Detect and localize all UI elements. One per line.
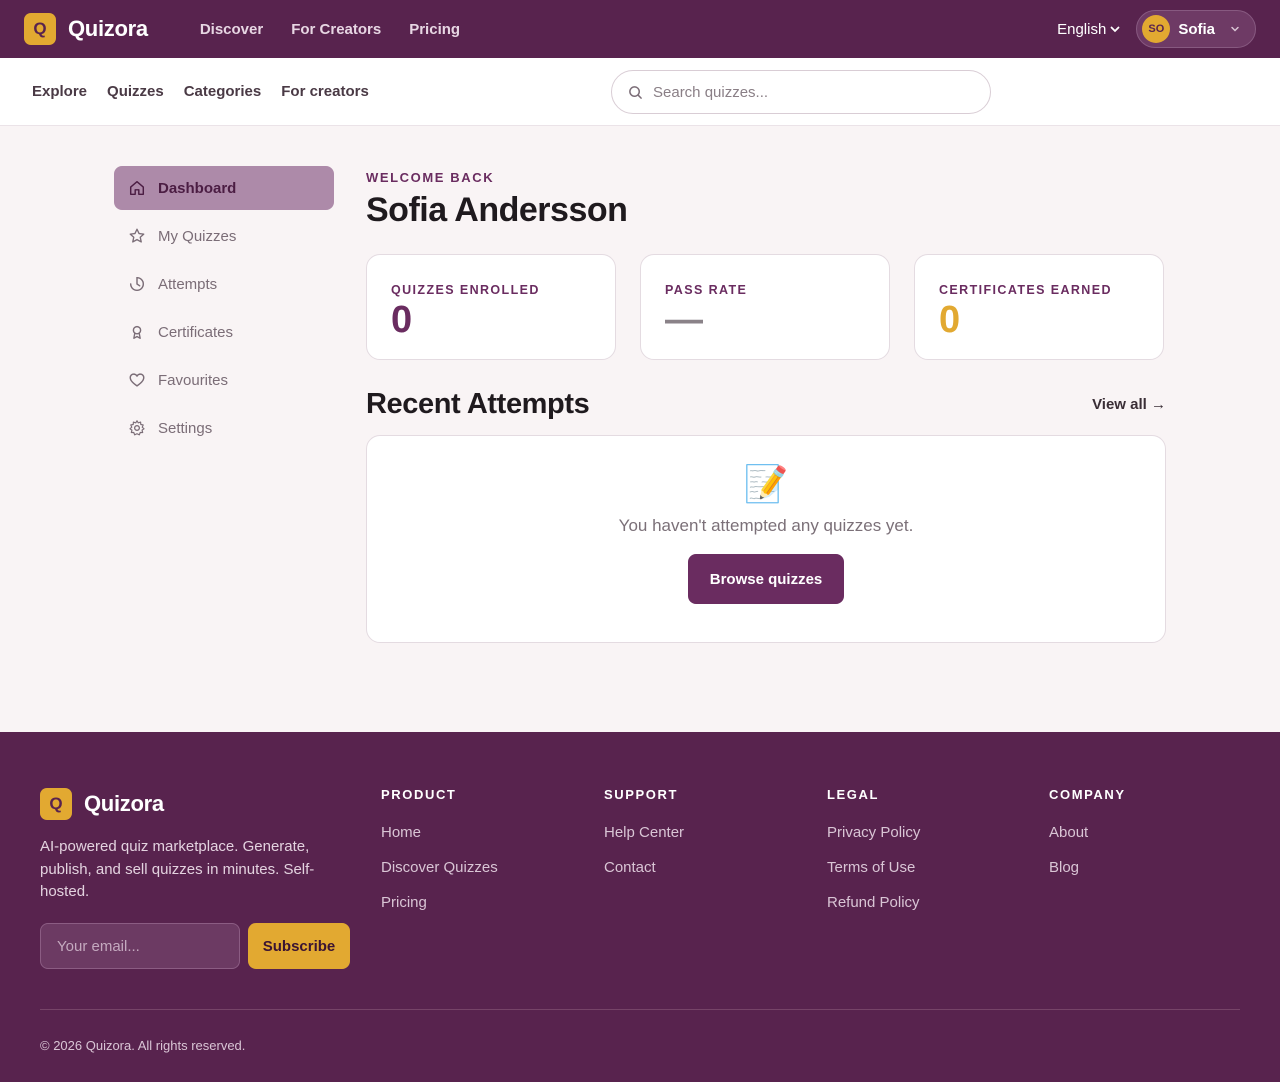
sidebar-item-favourites[interactable]: Favourites — [114, 358, 334, 402]
stat-label: QUIZZES ENROLLED — [391, 283, 540, 297]
chevron-down-icon — [1231, 26, 1239, 32]
logo-icon: Q — [24, 13, 56, 45]
footer-description: AI-powered quiz marketplace. Generate, p… — [40, 838, 315, 900]
clock-icon — [129, 276, 145, 292]
sidebar-item-label: Settings — [158, 419, 213, 437]
view-all-link[interactable]: View all → — [1092, 396, 1166, 413]
footer-link-about[interactable]: About — [1049, 824, 1126, 841]
stat-label: CERTIFICATES EARNED — [939, 283, 1112, 297]
header-actions: English SO Sofia — [1057, 10, 1256, 48]
recent-attempts-header: Recent Attempts View all → — [366, 388, 1166, 421]
secondary-nav: Explore Quizzes Categories For creators — [32, 83, 369, 100]
footer-link-privacy-policy[interactable]: Privacy Policy — [827, 824, 920, 841]
star-icon — [129, 228, 145, 243]
sidebar-item-dashboard[interactable]: Dashboard — [114, 166, 334, 210]
footer-brand[interactable]: Q Quizora — [40, 788, 164, 820]
footer-divider — [40, 1009, 1240, 1010]
memo-icon: 📝 — [743, 463, 789, 504]
subnav-for-creators[interactable]: For creators — [281, 83, 369, 100]
footer-link-discover-quizzes[interactable]: Discover Quizzes — [381, 859, 498, 876]
award-icon — [132, 325, 142, 339]
sidebar-item-certificates[interactable]: Certificates — [114, 310, 334, 354]
search-input[interactable] — [653, 83, 953, 101]
footer-brand-name: Quizora — [84, 791, 164, 816]
user-menu-button[interactable]: SO Sofia — [1136, 10, 1256, 48]
top-header: Q Quizora Discover For Creators Pricing … — [0, 0, 1280, 58]
sidebar-item-label: Certificates — [158, 323, 234, 341]
footer-link-blog[interactable]: Blog — [1049, 859, 1126, 876]
user-name: Sofia — [1178, 20, 1215, 38]
footer-column-title: COMPANY — [1049, 787, 1126, 802]
footer: Q Quizora AI-powered quiz marketplace. G… — [0, 732, 1280, 1082]
home-icon — [129, 180, 145, 196]
footer-column-title: PRODUCT — [381, 787, 457, 802]
subscribe-button[interactable]: Subscribe — [248, 923, 350, 969]
stats-row: QUIZZES ENROLLED 0 PASS RATE — CERTIFICA… — [366, 254, 1166, 360]
stat-card-pass-rate: PASS RATE — — [640, 254, 890, 360]
footer-link-terms-of-use[interactable]: Terms of Use — [827, 859, 920, 876]
chevron-down-icon — [1110, 26, 1120, 33]
subnav-quizzes[interactable]: Quizzes — [107, 83, 164, 100]
search-box — [611, 70, 991, 114]
section-title: Recent Attempts — [366, 388, 590, 420]
sidebar-item-settings[interactable]: Settings — [114, 406, 334, 450]
topnav-for-creators[interactable]: For Creators — [291, 21, 381, 38]
footer-link-home[interactable]: Home — [381, 824, 498, 841]
stat-value: — — [665, 299, 703, 341]
footer-column-company: COMPANY About Blog — [1049, 787, 1126, 894]
avatar: SO — [1142, 15, 1171, 43]
gear-icon — [129, 420, 145, 436]
top-nav: Discover For Creators Pricing — [200, 21, 460, 38]
stat-value: 0 — [939, 299, 961, 341]
dashboard-content: WELCOME BACK Sofia Andersson QUIZZES ENR… — [366, 170, 1166, 643]
sidebar: Dashboard My Quizzes Attempts Certificat… — [114, 166, 334, 454]
stat-card-certificates-earned: CERTIFICATES EARNED 0 — [914, 254, 1164, 360]
brand[interactable]: Q Quizora — [24, 13, 148, 45]
footer-link-pricing[interactable]: Pricing — [381, 894, 498, 911]
logo-icon: Q — [40, 788, 72, 820]
search-icon — [629, 85, 642, 99]
recent-attempts-empty-state: 📝 You haven't attempted any quizzes yet.… — [366, 435, 1166, 643]
empty-state-message: You haven't attempted any quizzes yet. — [618, 516, 914, 535]
topnav-pricing[interactable]: Pricing — [409, 21, 460, 38]
heart-icon — [129, 373, 145, 387]
sidebar-item-my-quizzes[interactable]: My Quizzes — [114, 214, 334, 258]
copyright: © 2026 Quizora. All rights reserved. — [40, 1038, 246, 1053]
main-area: Dashboard My Quizzes Attempts Certificat… — [0, 126, 1280, 732]
brand-name: Quizora — [68, 16, 148, 41]
language-label: English — [1057, 20, 1107, 38]
sidebar-item-label: My Quizzes — [158, 227, 237, 245]
footer-link-contact[interactable]: Contact — [604, 859, 684, 876]
footer-column-title: SUPPORT — [604, 787, 679, 802]
browse-quizzes-button[interactable]: Browse quizzes — [687, 554, 845, 604]
stat-value: 0 — [391, 299, 413, 341]
subnav-explore[interactable]: Explore — [32, 83, 87, 100]
stat-label: PASS RATE — [665, 283, 748, 297]
welcome-eyebrow: WELCOME BACK — [366, 170, 495, 185]
footer-link-help-center[interactable]: Help Center — [604, 824, 684, 841]
stat-card-quizzes-enrolled: QUIZZES ENROLLED 0 — [366, 254, 616, 360]
footer-column-title: LEGAL — [827, 787, 880, 802]
sidebar-item-attempts[interactable]: Attempts — [114, 262, 334, 306]
sidebar-item-label: Dashboard — [158, 179, 237, 197]
footer-link-refund-policy[interactable]: Refund Policy — [827, 894, 920, 911]
topnav-discover[interactable]: Discover — [200, 21, 263, 38]
sidebar-item-label: Favourites — [158, 371, 229, 389]
secondary-nav-bar: Explore Quizzes Categories For creators — [0, 58, 1280, 126]
footer-column-product: PRODUCT Home Discover Quizzes Pricing — [381, 787, 498, 929]
subnav-categories[interactable]: Categories — [184, 83, 262, 100]
page-title: Sofia Andersson — [366, 191, 628, 229]
footer-column-legal: LEGAL Privacy Policy Terms of Use Refund… — [827, 787, 920, 929]
language-selector[interactable]: English — [1057, 21, 1120, 38]
sidebar-item-label: Attempts — [158, 275, 218, 293]
newsletter-email-input[interactable] — [40, 923, 240, 969]
footer-column-support: SUPPORT Help Center Contact — [604, 787, 684, 894]
